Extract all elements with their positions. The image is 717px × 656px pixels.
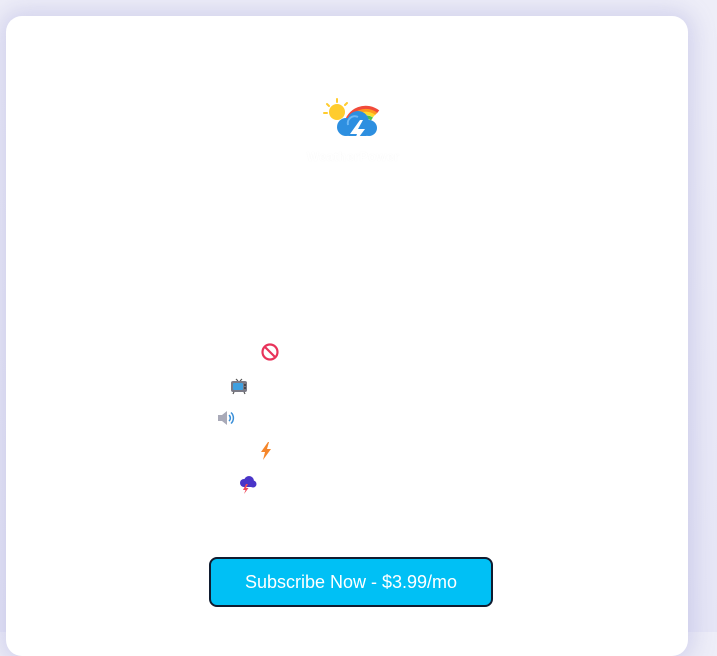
speaker-icon (215, 407, 237, 429)
storm-cloud-icon (236, 473, 258, 495)
prohibited-icon (259, 341, 281, 363)
rainbow-cloud-lightning-icon (320, 82, 384, 146)
television-icon (228, 374, 250, 396)
lightning-icon (255, 440, 277, 462)
subscription-card: WeatherPower Subscribe Now - $3.99/mo (6, 16, 688, 656)
brand-name: WeatherPower (306, 149, 400, 164)
subscribe-button[interactable]: Subscribe Now - $3.99/mo (209, 557, 493, 607)
